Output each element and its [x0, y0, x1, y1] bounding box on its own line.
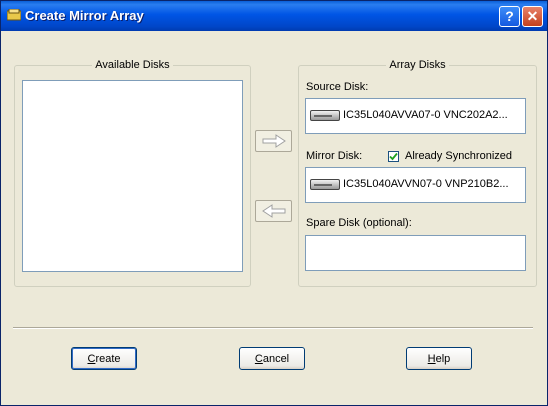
help-button[interactable]: Help [406, 347, 472, 370]
disk-icon [310, 178, 340, 190]
cancel-button-label: ancel [262, 352, 290, 365]
title-bar[interactable]: Create Mirror Array ? ✕ [1, 1, 547, 31]
close-icon[interactable]: ✕ [522, 6, 543, 27]
source-disk-name: IC35L040AVVA07-0 VNC202A2... [343, 109, 508, 121]
already-synchronized-label[interactable]: Already Synchronized [405, 150, 512, 162]
mirror-disk-label: Mirror Disk: [306, 150, 363, 162]
cancel-button[interactable]: Cancel [239, 347, 305, 370]
cancel-button-accel: C [254, 352, 263, 365]
help-button-accel: H [427, 352, 436, 365]
help-button-label: elp [435, 352, 451, 365]
already-synchronized-checkbox[interactable] [388, 151, 399, 162]
create-button[interactable]: Create [71, 347, 137, 370]
create-mirror-array-dialog: Create Mirror Array ? ✕ Available Disks … [0, 0, 548, 406]
mirror-disk-item[interactable]: IC35L040AVVN07-0 VNP210B2... [310, 178, 509, 190]
window-title: Create Mirror Array [25, 8, 144, 23]
disk-icon [310, 109, 340, 121]
available-disks-legend: Available Disks [95, 59, 170, 71]
spare-disk-label: Spare Disk (optional): [306, 217, 412, 229]
arrow-right-icon [262, 134, 286, 148]
source-disk-item[interactable]: IC35L040AVVA07-0 VNC202A2... [310, 109, 508, 121]
spare-disk-box[interactable] [305, 235, 526, 271]
window-icon [7, 9, 21, 21]
mirror-disk-box[interactable]: IC35L040AVVN07-0 VNP210B2... [305, 167, 526, 203]
checkmark-icon [389, 152, 398, 161]
source-disk-box[interactable]: IC35L040AVVA07-0 VNC202A2... [305, 98, 526, 134]
create-button-label: reate [95, 352, 121, 365]
move-left-button[interactable] [255, 200, 292, 222]
mirror-disk-name: IC35L040AVVN07-0 VNP210B2... [343, 178, 509, 190]
available-disks-list[interactable] [22, 80, 243, 272]
source-disk-label: Source Disk: [306, 81, 369, 93]
move-right-button[interactable] [255, 130, 292, 152]
separator [13, 327, 533, 329]
array-disks-legend: Array Disks [389, 59, 446, 71]
help-icon[interactable]: ? [499, 6, 520, 27]
arrow-left-icon [261, 204, 285, 218]
